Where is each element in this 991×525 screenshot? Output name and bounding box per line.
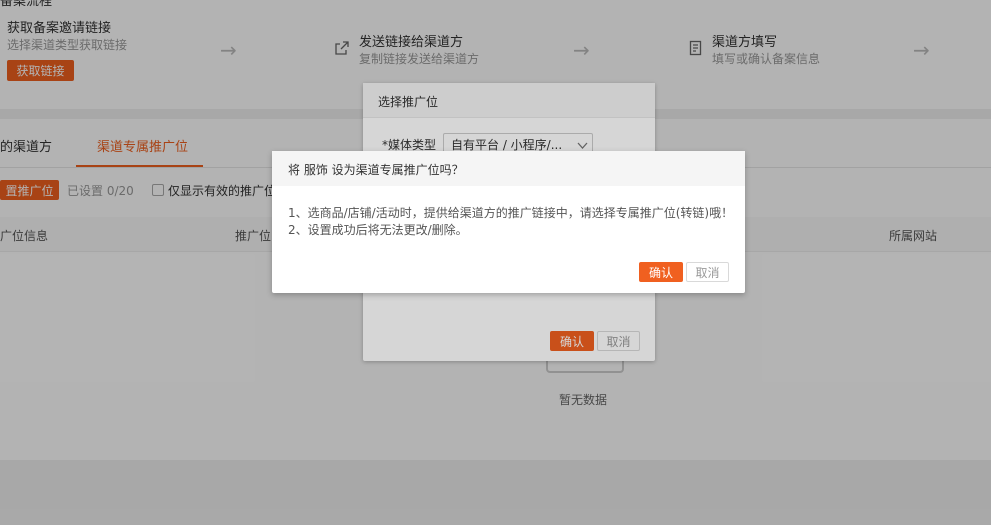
confirm-dialog-line2: 2、设置成功后将无法更改/删除。 <box>288 223 468 237</box>
confirm-dialog-header: 将 服饰 设为渠道专属推广位吗？ <box>272 151 745 186</box>
confirm-dialog-title: 将 服饰 设为渠道专属推广位吗？ <box>288 163 464 177</box>
confirm-dialog: 将 服饰 设为渠道专属推广位吗？ 1、选商品/店铺/活动时，提供给渠道方的推广链… <box>272 151 745 293</box>
confirm-button[interactable]: 确认 <box>639 262 683 282</box>
confirm-dialog-line1: 1、选商品/店铺/活动时，提供给渠道方的推广链接中，请选择专属推广位(转链)哦！ <box>288 206 734 220</box>
cancel-button[interactable]: 取消 <box>686 262 729 282</box>
